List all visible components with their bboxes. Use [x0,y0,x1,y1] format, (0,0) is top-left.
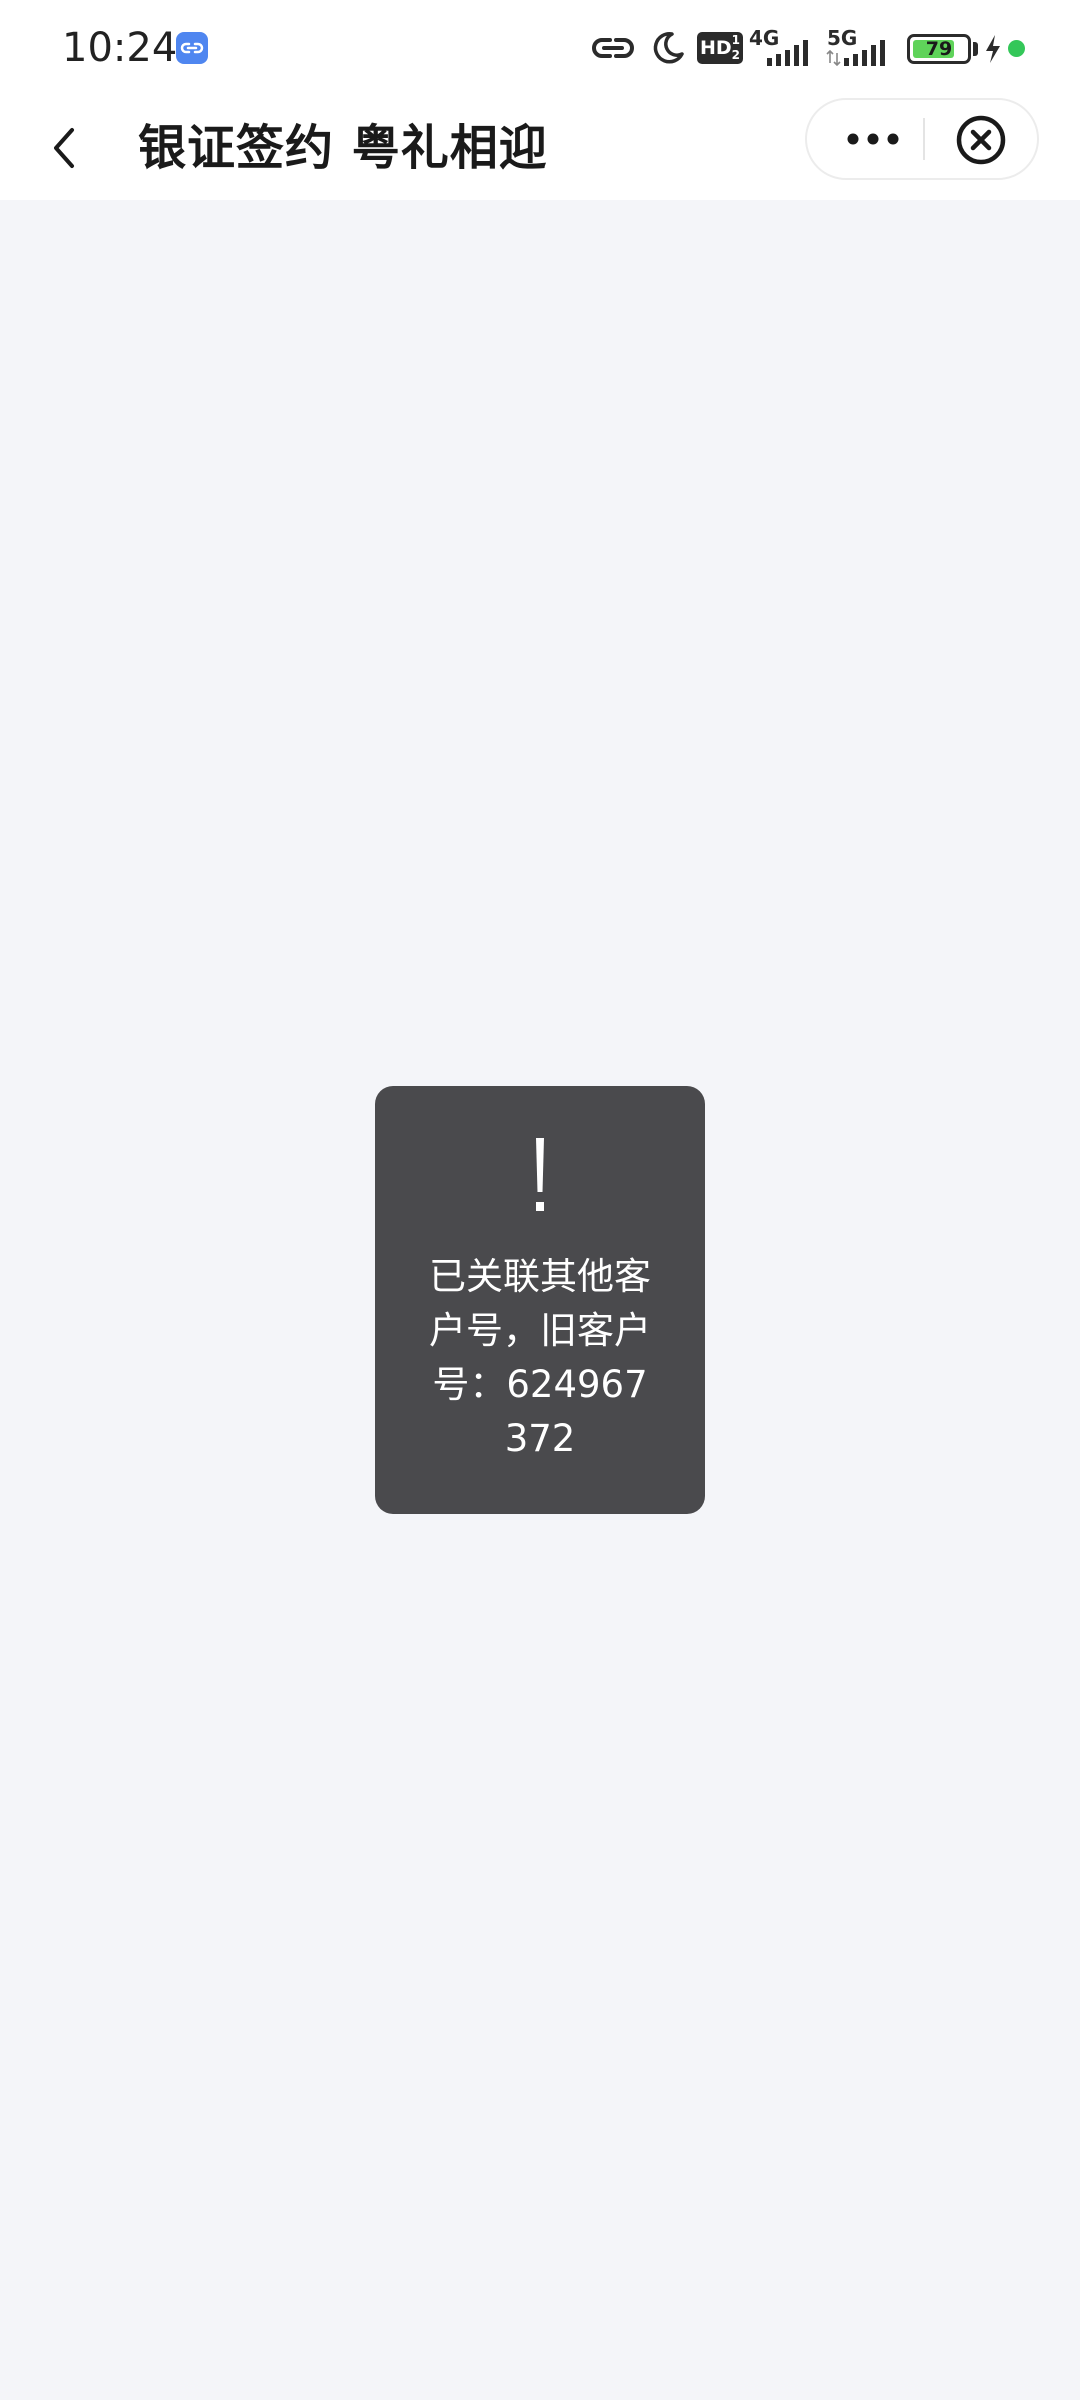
signal-strength-icon [765,40,815,70]
battery-level: 79 [925,38,953,60]
more-button[interactable] [807,100,923,178]
privacy-indicator-dot [1008,40,1025,57]
more-dots-icon [847,133,899,145]
close-button[interactable] [925,100,1037,178]
exclamation-icon [375,1136,705,1216]
back-button[interactable] [30,112,102,184]
close-circle-icon [956,115,1006,165]
hd-voice-icon: HD 1 2 [697,32,743,64]
battery-cap [973,42,978,56]
charging-icon [984,34,1002,68]
nav-bar: 银证签约 粤礼相迎 [0,96,1080,200]
moon-icon [650,30,686,70]
hd-sub: 2 [731,48,740,62]
chevron-left-icon [54,128,74,168]
hd-label: HD [700,37,732,59]
page-title: 银证签约 粤礼相迎 [138,120,548,176]
status-time: 10:24 [62,25,178,71]
signal-strength-icon-2 [842,40,892,70]
link-icon [590,28,636,72]
link-app-icon [176,32,208,64]
toast-dialog: 已关联其他客户号，旧客户号：624967372 [375,1086,705,1514]
data-transfer-icon [826,49,842,70]
status-bar: 10:24 HD 1 2 4G 5G 79 [0,0,1080,96]
toast-message: 已关联其他客户号，旧客户号：624967372 [429,1255,651,1460]
hd-sup: 1 [731,33,740,47]
battery-icon: 79 [907,34,971,64]
mini-program-capsule [805,98,1039,180]
